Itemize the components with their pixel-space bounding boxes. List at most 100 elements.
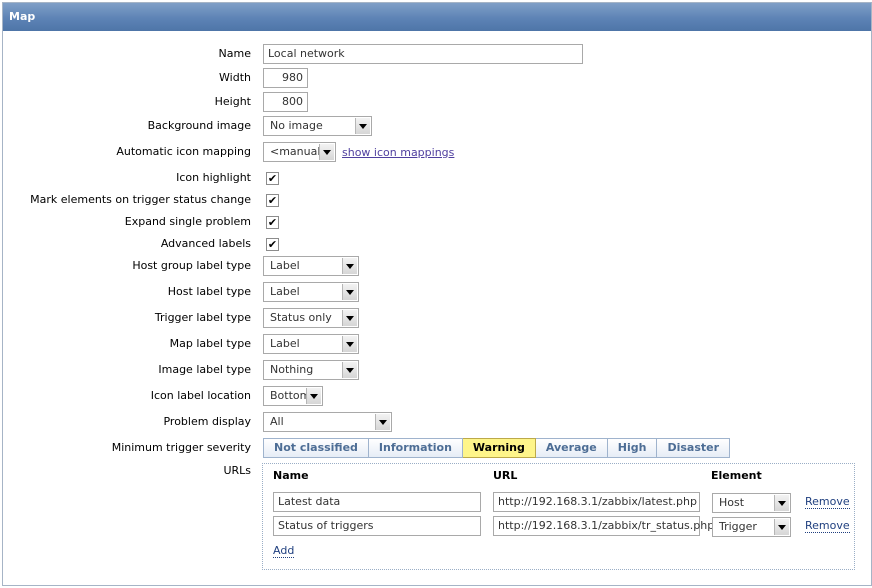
panel-header: Map bbox=[3, 3, 871, 31]
severity-information[interactable]: Information bbox=[368, 438, 463, 458]
expand-single-checkbox[interactable]: ✔ bbox=[266, 215, 279, 229]
checkmark-icon: ✔ bbox=[267, 193, 278, 207]
url-name-input[interactable]: Status of triggers bbox=[273, 516, 481, 536]
icon-highlight-row: Icon highlight ✔ bbox=[3, 167, 871, 189]
severity-segmented-control: Not classified Information Warning Avera… bbox=[263, 438, 731, 458]
name-row: Name Local network bbox=[3, 43, 871, 65]
urls-header-element: Element bbox=[711, 469, 762, 482]
height-input[interactable]: 800 bbox=[263, 92, 308, 112]
mark-elements-label: Mark elements on trigger status change bbox=[30, 193, 251, 206]
advanced-labels-label: Advanced labels bbox=[160, 237, 251, 250]
map-label-row: Map label type Label bbox=[3, 333, 871, 355]
image-label-row: Image label type Nothing bbox=[3, 359, 871, 381]
remove-url-link[interactable]: Remove bbox=[805, 495, 850, 509]
checkmark-icon: ✔ bbox=[267, 215, 278, 229]
min-severity-row: Minimum trigger severity Not classified … bbox=[3, 437, 871, 459]
icon-label-location-value: Bottom bbox=[270, 389, 311, 402]
chevron-down-icon bbox=[342, 362, 357, 378]
chevron-down-icon bbox=[342, 284, 357, 300]
chevron-down-icon bbox=[342, 258, 357, 274]
mark-elements-row: Mark elements on trigger status change ✔ bbox=[3, 189, 871, 211]
icon-label-location-select[interactable]: Bottom bbox=[263, 386, 323, 406]
width-row: Width 980 bbox=[3, 67, 871, 89]
url-element-value: Host bbox=[719, 496, 745, 509]
problem-display-select[interactable]: All bbox=[263, 412, 392, 432]
map-label-select[interactable]: Label bbox=[263, 334, 359, 354]
advanced-labels-row: Advanced labels ✔ bbox=[3, 233, 871, 255]
url-address-input[interactable]: http://192.168.3.1/zabbix/latest.php bbox=[493, 492, 700, 512]
urls-table: Name URL Element Latest data http://192.… bbox=[262, 463, 855, 570]
min-severity-label: Minimum trigger severity bbox=[111, 441, 251, 454]
icon-label-location-label: Icon label location bbox=[150, 389, 251, 402]
chevron-down-icon bbox=[342, 310, 357, 326]
urls-header-url: URL bbox=[493, 469, 518, 482]
host-label-select[interactable]: Label bbox=[263, 282, 359, 302]
background-image-select[interactable]: No image bbox=[263, 116, 372, 136]
icon-highlight-checkbox[interactable]: ✔ bbox=[266, 171, 279, 185]
host-label-row: Host label type Label bbox=[3, 281, 871, 303]
add-url-link[interactable]: Add bbox=[273, 544, 295, 558]
mark-elements-checkbox[interactable]: ✔ bbox=[266, 193, 279, 207]
icon-mapping-select[interactable]: <manual> bbox=[263, 142, 336, 162]
severity-not-classified[interactable]: Not classified bbox=[263, 438, 369, 458]
url-name-input[interactable]: Latest data bbox=[273, 492, 481, 512]
severity-warning[interactable]: Warning bbox=[462, 438, 536, 458]
name-label: Name bbox=[218, 47, 251, 60]
severity-disaster[interactable]: Disaster bbox=[657, 438, 731, 458]
image-label-label: Image label type bbox=[158, 363, 251, 376]
map-label-label: Map label type bbox=[169, 337, 251, 350]
chevron-down-icon bbox=[319, 144, 334, 160]
expand-single-row: Expand single problem ✔ bbox=[3, 211, 871, 233]
problem-display-label: Problem display bbox=[163, 415, 251, 428]
chevron-down-icon bbox=[375, 414, 390, 430]
url-address-input[interactable]: http://192.168.3.1/zabbix/tr_status.php bbox=[493, 516, 714, 536]
urls-header-name: Name bbox=[273, 469, 309, 482]
icon-mapping-label: Automatic icon mapping bbox=[116, 145, 251, 158]
name-input[interactable]: Local network bbox=[263, 44, 583, 64]
severity-average[interactable]: Average bbox=[535, 438, 608, 458]
panel-title: Map bbox=[9, 10, 36, 23]
host-label-label: Host label type bbox=[167, 285, 251, 298]
background-image-value: No image bbox=[270, 119, 323, 132]
chevron-down-icon bbox=[774, 495, 789, 511]
severity-high[interactable]: High bbox=[607, 438, 658, 458]
map-form-panel: Map Name Local network Width 980 Height … bbox=[2, 2, 872, 586]
chevron-down-icon bbox=[355, 118, 370, 134]
host-group-label-select[interactable]: Label bbox=[263, 256, 359, 276]
trigger-label-select[interactable]: Status only bbox=[263, 308, 359, 328]
host-label-value: Label bbox=[270, 285, 300, 298]
height-row: Height 800 bbox=[3, 91, 871, 113]
chevron-down-icon bbox=[342, 336, 357, 352]
url-element-select[interactable]: Trigger bbox=[712, 517, 791, 537]
icon-mapping-row: Automatic icon mapping <manual> show ico… bbox=[3, 141, 871, 163]
width-input[interactable]: 980 bbox=[263, 68, 308, 88]
icon-label-location-row: Icon label location Bottom bbox=[3, 385, 871, 407]
checkmark-icon: ✔ bbox=[267, 237, 278, 251]
host-group-label-row: Host group label type Label bbox=[3, 255, 871, 277]
image-label-select[interactable]: Nothing bbox=[263, 360, 359, 380]
height-label: Height bbox=[214, 95, 251, 108]
width-label: Width bbox=[219, 71, 251, 84]
remove-url-link[interactable]: Remove bbox=[805, 519, 850, 533]
trigger-label-label: Trigger label type bbox=[154, 311, 251, 324]
image-label-value: Nothing bbox=[270, 363, 314, 376]
background-image-label: Background image bbox=[147, 119, 251, 132]
checkmark-icon: ✔ bbox=[267, 171, 278, 185]
url-element-select[interactable]: Host bbox=[712, 493, 791, 513]
host-group-label-label: Host group label type bbox=[132, 259, 251, 272]
trigger-label-row: Trigger label type Status only bbox=[3, 307, 871, 329]
advanced-labels-checkbox[interactable]: ✔ bbox=[266, 237, 279, 251]
host-group-label-value: Label bbox=[270, 259, 300, 272]
problem-display-row: Problem display All bbox=[3, 411, 871, 433]
chevron-down-icon bbox=[306, 388, 321, 404]
expand-single-label: Expand single problem bbox=[124, 215, 251, 228]
chevron-down-icon bbox=[774, 519, 789, 535]
show-icon-mappings-link[interactable]: show icon mappings bbox=[342, 146, 454, 159]
trigger-label-value: Status only bbox=[270, 311, 332, 324]
background-image-row: Background image No image bbox=[3, 115, 871, 137]
url-element-value: Trigger bbox=[719, 520, 757, 533]
map-label-value: Label bbox=[270, 337, 300, 350]
urls-label: URLs bbox=[223, 464, 251, 477]
problem-display-value: All bbox=[270, 415, 284, 428]
icon-highlight-label: Icon highlight bbox=[176, 171, 251, 184]
